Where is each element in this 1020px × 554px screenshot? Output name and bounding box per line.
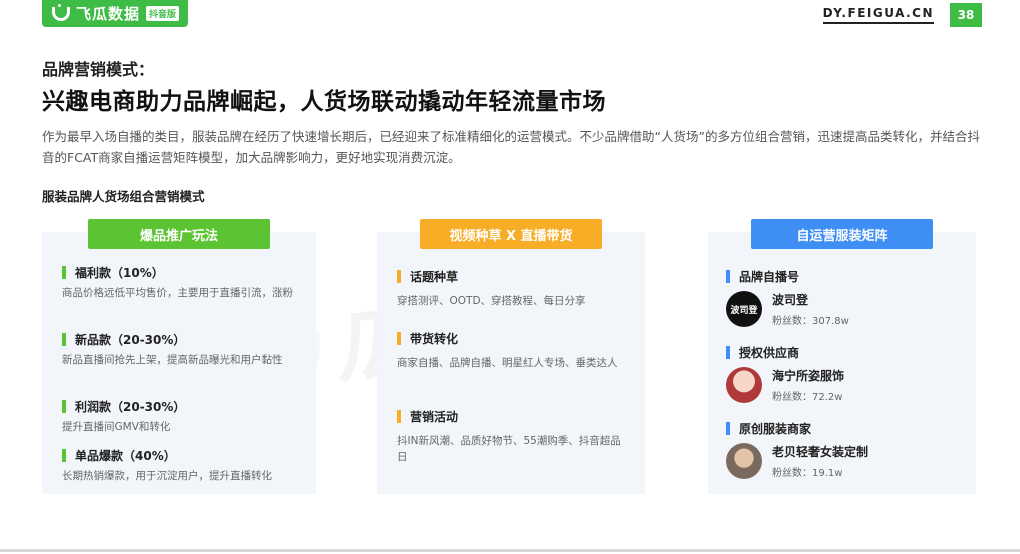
card-self-operated-matrix: 品牌自播号 波司登 波司登 粉丝数：307.8w 授权供应商 海宁所姿服饰 粉丝… <box>708 232 976 494</box>
brand-account[interactable]: 波司登 波司登 粉丝数：307.8w <box>726 291 849 327</box>
site-url-link[interactable]: DY.FEIGUA.CN <box>822 6 934 24</box>
avatar <box>726 443 762 479</box>
item-desc: 商家自播、品牌自播、明星红人专场、垂类达人 <box>397 357 618 369</box>
group-label: 授权供应商 <box>739 346 800 360</box>
melon-logo-icon <box>52 3 70 21</box>
avatar: 波司登 <box>726 291 762 327</box>
orange-marker-icon <box>397 410 401 423</box>
page-title: 兴趣电商助力品牌崛起，人货场联动撬动年轻流量市场 <box>42 89 606 115</box>
footer-divider <box>0 549 1020 552</box>
list-item: 福利款（10%） 商品价格远低平均售价，主要用于直播引流，涨粉 <box>62 264 302 301</box>
orange-marker-icon <box>397 270 401 283</box>
item-desc: 抖IN新风潮、品质好物节、55潮购季、抖音超品日 <box>397 435 621 463</box>
green-marker-icon <box>62 333 66 346</box>
page-number: 38 <box>950 3 982 27</box>
item-title: 福利款（10%） <box>75 266 164 280</box>
group-label: 品牌自播号 <box>739 270 800 284</box>
group-title: 原创服装商家 <box>726 420 811 437</box>
brand-account[interactable]: 海宁所姿服饰 粉丝数：72.2w <box>726 367 844 403</box>
brand-name: 波司登 <box>772 293 809 307</box>
section-label: 服装品牌人货场组合营销模式 <box>42 189 205 204</box>
brand-name: 海宁所姿服饰 <box>772 369 845 383</box>
item-desc: 穿搭测评、OOTD、穿搭教程、每日分享 <box>397 295 586 307</box>
blue-marker-icon <box>726 422 730 435</box>
brand-logo[interactable]: 飞瓜数据 抖音版 <box>42 0 188 27</box>
list-item: 单品爆款（40%） 长期热销爆款，用于沉淀用户，提升直播转化 <box>62 447 302 484</box>
card-video-live: 话题种草 穿搭测评、OOTD、穿搭教程、每日分享 带货转化 商家自播、品牌自播、… <box>377 232 645 494</box>
brand-name: 老贝轻奢女装定制 <box>772 445 869 459</box>
brand-account[interactable]: 老贝轻奢女装定制 粉丝数：19.1w <box>726 443 868 479</box>
green-marker-icon <box>62 400 66 413</box>
section-kicker: 品牌营销模式： <box>42 60 155 79</box>
logo-text: 飞瓜数据 <box>76 5 141 23</box>
intro-paragraph: 作为最早入场自播的类目，服装品牌在经历了快速增长期后，已经迎来了标准精细化的运营… <box>42 129 980 165</box>
orange-marker-icon <box>397 332 401 345</box>
green-marker-icon <box>62 449 66 462</box>
fan-count: 粉丝数：19.1w <box>772 468 843 479</box>
item-desc: 商品价格远低平均售价，主要用于直播引流，涨粉 <box>62 287 293 299</box>
item-title: 单品爆款（40%） <box>75 449 176 463</box>
green-marker-icon <box>62 266 66 279</box>
column-header-video-live: 视频种草 X 直播带货 <box>420 219 602 249</box>
list-item: 利润款（20-30%） 提升直播间GMV和转化 <box>62 398 302 435</box>
fan-count: 粉丝数：72.2w <box>772 392 843 403</box>
list-item: 新品款（20-30%） 新品直播间抢先上架，提高新品曝光和用户黏性 <box>62 331 302 368</box>
list-item: 带货转化 商家自播、品牌自播、明星红人专场、垂类达人 <box>397 330 629 371</box>
blue-marker-icon <box>726 270 730 283</box>
group-label: 原创服装商家 <box>739 422 812 436</box>
group-title: 品牌自播号 <box>726 268 799 285</box>
item-title: 带货转化 <box>410 332 459 346</box>
column-header-matrix: 自运营服装矩阵 <box>751 219 933 249</box>
column-header-hot-products: 爆品推广玩法 <box>88 219 270 249</box>
logo-tag: 抖音版 <box>146 6 180 21</box>
item-title: 营销活动 <box>410 410 459 424</box>
card-hot-products: 福利款（10%） 商品价格远低平均售价，主要用于直播引流，涨粉 新品款（20-3… <box>42 232 316 494</box>
group-title: 授权供应商 <box>726 344 799 361</box>
list-item: 营销活动 抖IN新风潮、品质好物节、55潮购季、抖音超品日 <box>397 408 629 465</box>
item-title: 新品款（20-30%） <box>75 333 186 347</box>
item-title: 话题种草 <box>410 270 459 284</box>
item-desc: 新品直播间抢先上架，提高新品曝光和用户黏性 <box>62 354 283 366</box>
item-title: 利润款（20-30%） <box>75 400 186 414</box>
item-desc: 提升直播间GMV和转化 <box>62 421 171 433</box>
list-item: 话题种草 穿搭测评、OOTD、穿搭教程、每日分享 <box>397 268 629 309</box>
fan-count: 粉丝数：307.8w <box>772 316 849 327</box>
item-desc: 长期热销爆款，用于沉淀用户，提升直播转化 <box>62 470 272 482</box>
avatar <box>726 367 762 403</box>
blue-marker-icon <box>726 346 730 359</box>
